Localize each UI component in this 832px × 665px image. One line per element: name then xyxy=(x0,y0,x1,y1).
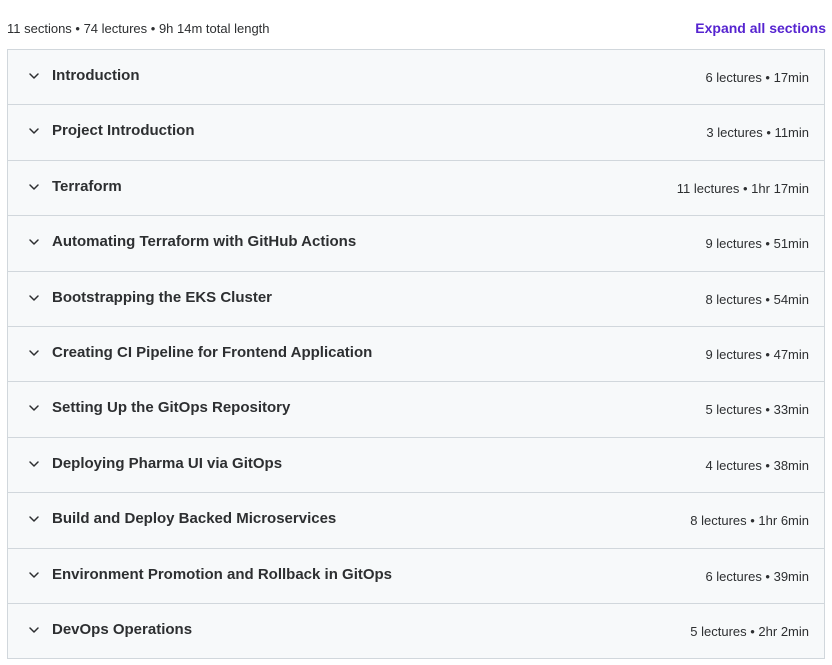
section-title: Project Introduction xyxy=(52,122,195,140)
section-meta: 6 lectures • 17min xyxy=(705,70,809,85)
section-meta: 3 lectures • 11min xyxy=(706,125,809,141)
section-title: Setting Up the GitOps Repository xyxy=(52,399,291,417)
section-item[interactable]: Terraform 11 lectures • 1hr 17min xyxy=(8,160,824,217)
chevron-down-icon xyxy=(27,124,41,138)
section-item[interactable]: Introduction 6 lectures • 17min xyxy=(8,50,824,106)
curriculum-header: 11 sections • 74 lectures • 9h 14m total… xyxy=(0,0,832,50)
section-meta: 4 lectures • 38min xyxy=(705,457,809,473)
chevron-down-icon xyxy=(27,401,41,415)
chevron-down-icon xyxy=(27,512,41,526)
section-title: Automating Terraform with GitHub Actions xyxy=(52,233,357,251)
section-meta: 9 lectures • 47min xyxy=(705,346,809,362)
expand-all-sections-button[interactable]: Expand all sections xyxy=(695,20,826,36)
section-item[interactable]: Environment Promotion and Rollback in Gi… xyxy=(8,548,824,604)
section-meta: 5 lectures • 33min xyxy=(705,402,809,418)
curriculum-section-list: Introduction 6 lectures • 17min Project … xyxy=(7,49,825,660)
section-title: Deploying Pharma UI via GitOps xyxy=(52,454,283,472)
curriculum-summary: 11 sections • 74 lectures • 9h 14m total… xyxy=(7,21,270,36)
section-item[interactable]: Deploying Pharma UI via GitOps 4 lecture… xyxy=(8,437,824,494)
chevron-down-icon xyxy=(27,69,41,83)
section-title: Bootstrapping the EKS Cluster xyxy=(52,288,273,306)
section-meta: 9 lectures • 51min xyxy=(705,236,809,252)
section-title: Introduction xyxy=(52,67,140,84)
chevron-down-icon xyxy=(27,235,41,249)
section-meta: 8 lectures • 54min xyxy=(705,291,809,307)
section-meta: 5 lectures • 2hr 2min xyxy=(690,623,809,639)
section-item[interactable]: Build and Deploy Backed Microservices 8 … xyxy=(8,493,824,549)
section-item[interactable]: Creating CI Pipeline for Frontend Applic… xyxy=(8,326,824,383)
chevron-down-icon xyxy=(27,457,41,471)
section-title: Terraform xyxy=(52,177,122,195)
chevron-down-icon xyxy=(27,346,41,360)
section-title: Build and Deploy Backed Microservices xyxy=(52,510,337,528)
section-meta: 6 lectures • 39min xyxy=(705,568,809,584)
section-title: Creating CI Pipeline for Frontend Applic… xyxy=(52,343,373,361)
section-meta: 8 lectures • 1hr 6min xyxy=(690,513,809,529)
section-meta: 11 lectures • 1hr 17min xyxy=(676,180,809,196)
chevron-down-icon xyxy=(27,291,41,305)
section-item[interactable]: Setting Up the GitOps Repository 5 lectu… xyxy=(8,382,824,438)
section-item[interactable]: Project Introduction 3 lectures • 11min xyxy=(8,105,824,161)
section-item[interactable]: Automating Terraform with GitHub Actions… xyxy=(8,216,824,272)
section-item[interactable]: DevOps Operations 5 lectures • 2hr 2min xyxy=(8,603,824,660)
section-title: DevOps Operations xyxy=(52,620,193,638)
chevron-down-icon xyxy=(27,568,41,582)
chevron-down-icon xyxy=(27,180,41,194)
section-title: Environment Promotion and Rollback in Gi… xyxy=(52,565,393,583)
chevron-down-icon xyxy=(27,623,41,637)
section-item[interactable]: Bootstrapping the EKS Cluster 8 lectures… xyxy=(8,271,824,327)
